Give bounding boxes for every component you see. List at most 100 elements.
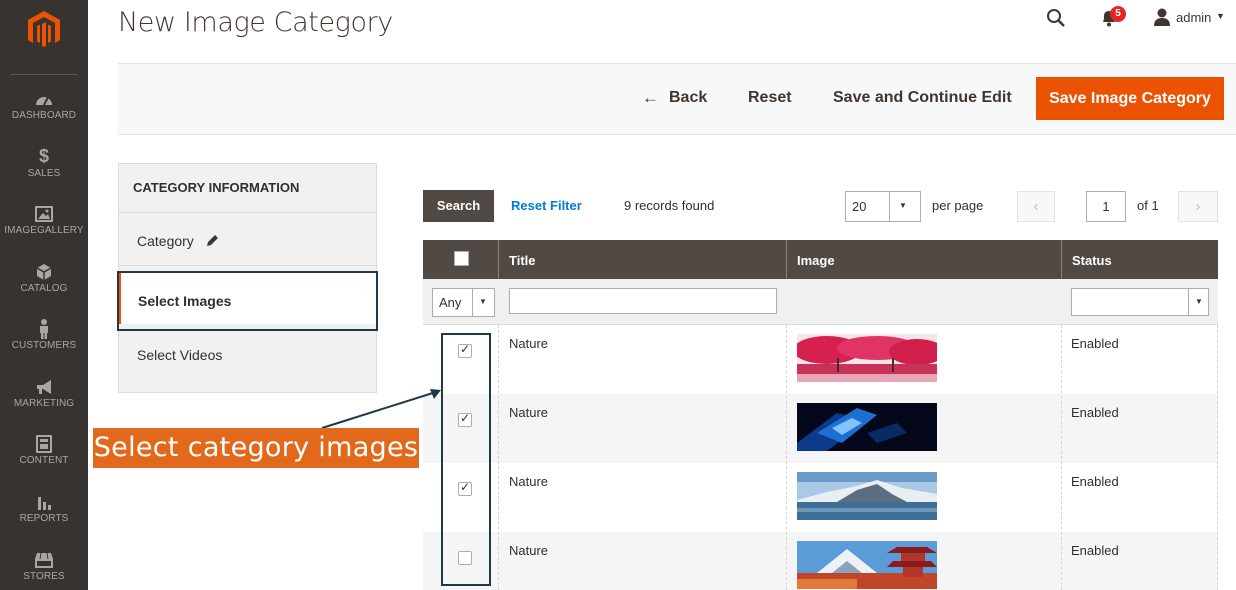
highlight-box-tab bbox=[117, 271, 378, 331]
page-title: New Image Category bbox=[118, 7, 393, 38]
next-page-button[interactable]: › bbox=[1178, 191, 1218, 222]
person-icon bbox=[0, 318, 88, 339]
tab-select-videos[interactable]: Select Videos bbox=[118, 330, 377, 382]
store-icon bbox=[0, 549, 88, 569]
row-title: Nature bbox=[509, 474, 549, 489]
column-divider bbox=[498, 325, 499, 590]
row-status: Enabled bbox=[1071, 474, 1119, 489]
records-found-text: 9 records found bbox=[624, 198, 715, 213]
magento-logo[interactable] bbox=[26, 10, 62, 50]
chevron-down-icon: ▼ bbox=[479, 297, 487, 306]
nav-customers-label: CUSTOMERS bbox=[11, 340, 77, 351]
nav-marketing[interactable]: MARKETING bbox=[0, 376, 88, 409]
grid-header: Title Image Status bbox=[423, 240, 1218, 279]
user-icon[interactable] bbox=[1153, 8, 1171, 31]
row-title: Nature bbox=[509, 405, 549, 420]
tab-category-label: Category bbox=[137, 233, 194, 249]
reset-button[interactable]: Reset bbox=[748, 89, 792, 107]
panel-heading: CATEGORY INFORMATION bbox=[118, 163, 377, 213]
cube-icon bbox=[0, 261, 88, 281]
per-page-label: per page bbox=[932, 198, 984, 213]
save-and-continue-button[interactable]: Save and Continue Edit bbox=[833, 89, 1012, 107]
column-title-label: Title bbox=[509, 253, 536, 268]
bar-chart-icon bbox=[0, 491, 88, 511]
notification-count-badge: 5 bbox=[1110, 6, 1126, 22]
select-all-checkbox[interactable] bbox=[454, 251, 469, 266]
speedometer-icon bbox=[0, 88, 88, 108]
title-filter-input[interactable] bbox=[509, 288, 777, 314]
column-image[interactable]: Image bbox=[786, 240, 1061, 279]
nav-catalog-label: CATALOG bbox=[20, 283, 68, 294]
nav-dashboard-label: DASHBOARD bbox=[11, 110, 77, 121]
page-total-label: of 1 bbox=[1137, 198, 1159, 213]
table-row[interactable]: ✓ Nature Enabled bbox=[423, 463, 1218, 532]
nav-content[interactable]: CONTENT bbox=[0, 433, 88, 466]
nav-stores[interactable]: STORES bbox=[0, 549, 88, 582]
selection-filter-value: Any bbox=[439, 295, 462, 310]
table-row[interactable]: ✓ Nature Enabled bbox=[423, 394, 1218, 463]
nav-customers[interactable]: CUSTOMERS bbox=[0, 318, 88, 351]
per-page-select[interactable]: 20 ▼ bbox=[845, 191, 921, 222]
panel-heading-text: CATEGORY INFORMATION bbox=[133, 180, 300, 195]
nav-imagegallery-label: IMAGEGALLERY bbox=[4, 225, 84, 236]
back-button[interactable]: Back bbox=[669, 89, 707, 107]
select-divider bbox=[472, 289, 473, 316]
row-title: Nature bbox=[509, 543, 549, 558]
nav-sales[interactable]: $ SALES bbox=[0, 146, 88, 179]
thumbnail-snowy-mountain-lake bbox=[797, 472, 937, 520]
highlight-box-checkboxes bbox=[441, 333, 491, 586]
nav-stores-label: STORES bbox=[23, 571, 65, 582]
prev-page-button[interactable]: ‹ bbox=[1017, 191, 1055, 222]
chevron-down-icon: ▼ bbox=[899, 201, 907, 210]
thumbnail-pink-cherry-trees bbox=[797, 334, 937, 382]
nav-reports[interactable]: REPORTS bbox=[0, 491, 88, 524]
nav-imagegallery[interactable]: IMAGEGALLERY bbox=[0, 203, 88, 236]
table-row[interactable]: ✓ Nature Enabled bbox=[423, 325, 1218, 394]
reset-filter-link[interactable]: Reset Filter bbox=[511, 198, 582, 213]
select-divider bbox=[1188, 289, 1189, 315]
page-number-input[interactable]: 1 bbox=[1086, 191, 1126, 222]
nav-catalog[interactable]: CATALOG bbox=[0, 261, 88, 294]
table-row[interactable]: Nature Enabled bbox=[423, 532, 1218, 590]
row-title: Nature bbox=[509, 336, 549, 351]
image-icon bbox=[0, 203, 88, 223]
thumbnail-mount-fuji-pagoda bbox=[797, 541, 937, 589]
status-filter-select[interactable]: ▼ bbox=[1071, 288, 1209, 316]
grid-search-button[interactable]: Search bbox=[423, 190, 494, 222]
user-menu-label[interactable]: admin bbox=[1176, 10, 1211, 25]
chevron-down-icon: ▼ bbox=[1195, 297, 1203, 306]
row-status: Enabled bbox=[1071, 405, 1119, 420]
admin-sidebar: DASHBOARD $ SALES IMAGEGALLERY CATALOG C… bbox=[0, 0, 88, 590]
select-divider bbox=[889, 192, 890, 221]
header-select-all bbox=[423, 240, 498, 279]
column-image-label: Image bbox=[797, 253, 835, 268]
save-image-category-button[interactable]: Save Image Category bbox=[1036, 77, 1224, 120]
pencil-icon bbox=[206, 234, 219, 250]
annotation-callout: Select category images bbox=[93, 428, 419, 468]
column-status-label: Status bbox=[1072, 253, 1112, 268]
row-status: Enabled bbox=[1071, 336, 1119, 351]
nav-reports-label: REPORTS bbox=[19, 513, 69, 524]
layout-icon bbox=[0, 433, 88, 453]
chevron-down-icon[interactable]: ▼ bbox=[1216, 11, 1225, 21]
column-divider bbox=[786, 325, 787, 590]
selection-filter-select[interactable]: Any ▼ bbox=[432, 288, 495, 317]
back-arrow-icon[interactable]: ← bbox=[642, 88, 659, 108]
tab-select-videos-label: Select Videos bbox=[137, 347, 223, 363]
search-icon[interactable] bbox=[1046, 8, 1066, 33]
row-status: Enabled bbox=[1071, 543, 1119, 558]
column-divider bbox=[1061, 325, 1062, 590]
column-divider bbox=[1217, 325, 1218, 590]
nav-content-label: CONTENT bbox=[19, 455, 69, 466]
column-status[interactable]: Status bbox=[1061, 240, 1218, 279]
thumbnail-blue-abstract bbox=[797, 403, 937, 451]
megaphone-icon bbox=[0, 376, 88, 396]
nav-dashboard[interactable]: DASHBOARD bbox=[0, 88, 88, 121]
per-page-value: 20 bbox=[852, 199, 867, 214]
tab-category[interactable]: Category bbox=[118, 214, 377, 266]
nav-marketing-label: MARKETING bbox=[13, 398, 75, 409]
column-title[interactable]: Title bbox=[498, 240, 786, 279]
nav-sales-label: SALES bbox=[27, 168, 61, 179]
sidebar-divider bbox=[10, 74, 78, 75]
annotation-arrow-icon bbox=[321, 389, 441, 429]
